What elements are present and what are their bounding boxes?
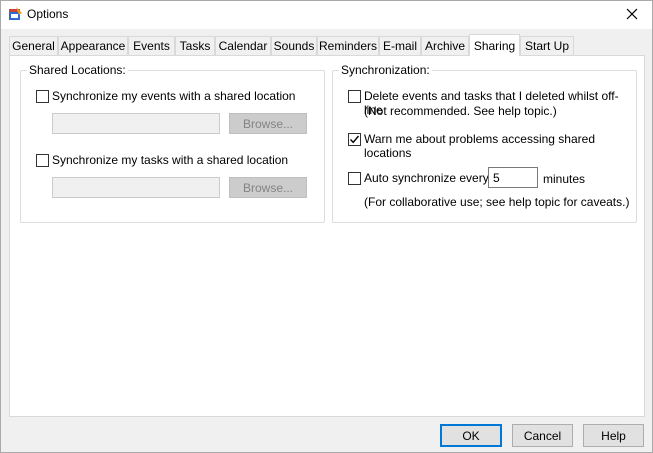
events-location-field[interactable] xyxy=(52,113,220,134)
auto-sync-label: Auto synchronize every xyxy=(364,171,489,185)
options-dialog: Options General Appearance Events Tasks … xyxy=(0,0,653,453)
sync-events-option[interactable]: Synchronize my events with a shared loca… xyxy=(36,89,295,103)
events-browse-button[interactable]: Browse... xyxy=(229,113,307,134)
checkmark-icon xyxy=(349,135,360,144)
auto-sync-note: (For collaborative use; see help topic f… xyxy=(364,195,630,209)
sync-tasks-option[interactable]: Synchronize my tasks with a shared locat… xyxy=(36,153,288,167)
sync-events-label: Synchronize my events with a shared loca… xyxy=(52,89,296,103)
delete-offline-checkbox[interactable] xyxy=(348,90,361,103)
title-bar: Options xyxy=(1,1,652,29)
tasks-location-field[interactable] xyxy=(52,177,220,198)
shared-locations-title: Shared Locations: xyxy=(27,63,128,77)
tasks-browse-button[interactable]: Browse... xyxy=(229,177,307,198)
tab-sharing[interactable]: Sharing xyxy=(469,34,520,56)
sharing-panel: Shared Locations: Synchronize my events … xyxy=(9,55,645,417)
delete-offline-note: (Not recommended. See help topic.) xyxy=(364,104,557,118)
cancel-button[interactable]: Cancel xyxy=(512,424,573,447)
warn-problems-label: Warn me about problems accessing shared … xyxy=(364,132,595,160)
synchronization-group: Synchronization: Delete events and tasks… xyxy=(332,63,637,223)
warn-problems-option[interactable]: Warn me about problems accessing shared … xyxy=(348,132,636,160)
tab-appearance[interactable]: Appearance xyxy=(58,36,128,55)
app-icon xyxy=(7,6,23,22)
tab-reminders[interactable]: Reminders xyxy=(317,36,379,55)
tab-archive[interactable]: Archive xyxy=(421,36,469,55)
help-button[interactable]: Help xyxy=(583,424,644,447)
tab-tasks[interactable]: Tasks xyxy=(175,36,215,55)
close-icon xyxy=(626,8,638,23)
tab-general[interactable]: General xyxy=(9,36,58,55)
warn-problems-checkbox[interactable] xyxy=(348,133,361,146)
tab-events[interactable]: Events xyxy=(128,36,175,55)
tab-startup[interactable]: Start Up xyxy=(520,36,574,55)
shared-locations-group: Shared Locations: Synchronize my events … xyxy=(20,63,325,223)
tab-calendar[interactable]: Calendar xyxy=(215,36,271,55)
tab-email[interactable]: E-mail xyxy=(379,36,421,55)
auto-sync-option[interactable]: Auto synchronize every xyxy=(348,171,489,185)
auto-sync-minutes-input[interactable]: 5 xyxy=(488,167,538,188)
minutes-label: minutes xyxy=(543,172,586,186)
auto-sync-checkbox[interactable] xyxy=(348,172,361,185)
sync-tasks-label: Synchronize my tasks with a shared locat… xyxy=(52,153,289,167)
sync-tasks-checkbox[interactable] xyxy=(36,154,49,167)
window-title: Options xyxy=(27,7,69,21)
close-button[interactable] xyxy=(612,1,652,29)
synchronization-title: Synchronization: xyxy=(339,63,432,77)
ok-button[interactable]: OK xyxy=(440,424,502,447)
sync-events-checkbox[interactable] xyxy=(36,90,49,103)
tab-sounds[interactable]: Sounds xyxy=(271,36,317,55)
